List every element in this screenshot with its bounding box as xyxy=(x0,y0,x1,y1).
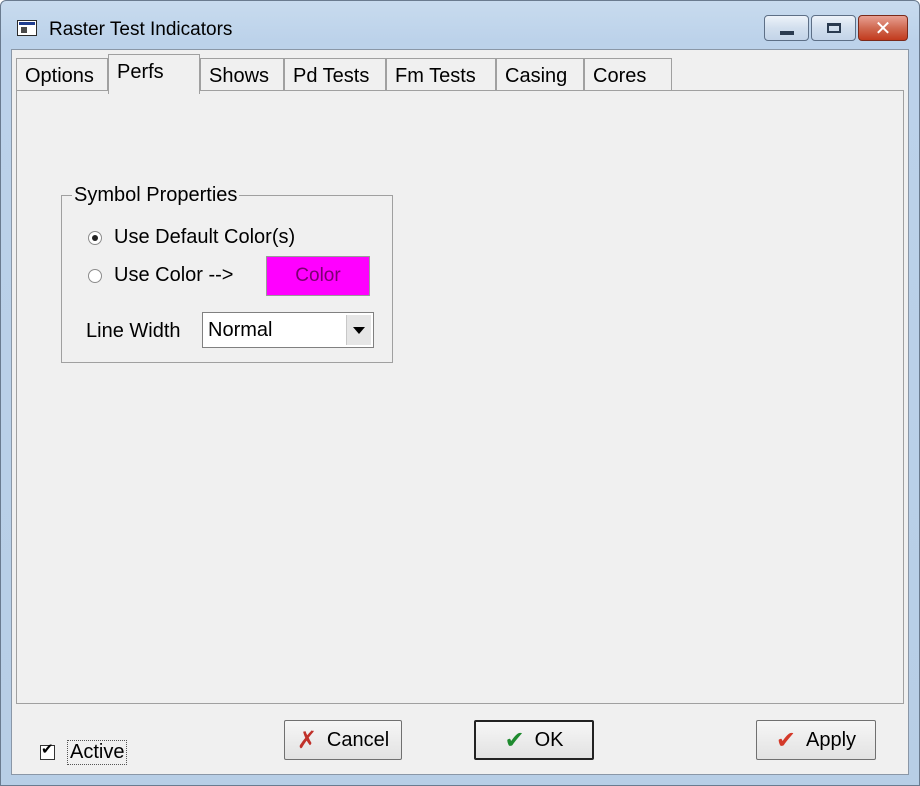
color-button-label: Color xyxy=(295,265,341,286)
tab-panel-perfs: Symbol Properties Use Default Color(s) U… xyxy=(16,90,904,704)
checkmark-icon: ✔ xyxy=(41,740,54,758)
dropdown-button[interactable] xyxy=(346,315,371,345)
minimize-icon xyxy=(779,31,794,35)
caption-buttons: ✕ xyxy=(762,15,908,43)
tab-shows[interactable]: Shows xyxy=(200,58,284,92)
maximize-button[interactable] xyxy=(811,15,856,41)
cancel-label: Cancel xyxy=(326,728,390,751)
radio-button-unchecked[interactable] xyxy=(88,268,102,283)
active-checkbox-row[interactable]: ✔ Active xyxy=(40,740,128,765)
check-icon: ✔ xyxy=(504,726,525,754)
apply-button[interactable]: ✔ Apply xyxy=(756,720,876,760)
tab-strip: Options Perfs Shows Pd Tests Fm Tests Ca… xyxy=(16,54,896,94)
group-title: Symbol Properties xyxy=(72,184,240,207)
radio-use-color[interactable]: Use Color --> xyxy=(88,264,233,287)
ok-button[interactable]: ✔ OK xyxy=(474,720,594,760)
line-width-select[interactable]: Normal xyxy=(202,312,374,348)
x-icon: ✗ xyxy=(296,726,317,754)
cancel-button[interactable]: ✗ Cancel xyxy=(284,720,402,760)
active-label: Active xyxy=(67,740,128,765)
title-bar[interactable]: Raster Test Indicators ✕ xyxy=(1,1,919,49)
tab-options[interactable]: Options xyxy=(16,58,108,92)
close-button[interactable]: ✕ xyxy=(858,15,908,41)
button-bar: ✔ Active ✗ Cancel ✔ OK ✔ Apply xyxy=(12,704,908,774)
tab-pd-tests[interactable]: Pd Tests xyxy=(284,58,386,92)
dialog-window: Raster Test Indicators ✕ Options Perfs S… xyxy=(0,0,920,786)
radio-default-label: Use Default Color(s) xyxy=(114,226,296,248)
minimize-button[interactable] xyxy=(764,15,809,41)
radio-button-checked[interactable] xyxy=(88,230,102,245)
close-icon: ✕ xyxy=(874,16,892,40)
color-button[interactable]: Color xyxy=(266,256,370,296)
tab-cores[interactable]: Cores xyxy=(584,58,672,92)
tab-casing[interactable]: Casing xyxy=(496,58,584,92)
radio-use-default-color[interactable]: Use Default Color(s) xyxy=(88,226,295,249)
active-checkbox[interactable]: ✔ xyxy=(40,740,55,760)
tab-perfs[interactable]: Perfs xyxy=(108,54,200,94)
apply-label: Apply xyxy=(806,728,857,751)
tab-fm-tests[interactable]: Fm Tests xyxy=(386,58,496,92)
window-icon[interactable] xyxy=(17,20,37,36)
ok-label: OK xyxy=(534,728,564,751)
line-width-label: Line Width xyxy=(86,320,181,342)
check-icon: ✔ xyxy=(775,726,797,754)
maximize-icon xyxy=(826,23,841,33)
chevron-down-icon xyxy=(353,326,365,334)
line-width-value: Normal xyxy=(208,319,273,341)
dialog-client-area: Options Perfs Shows Pd Tests Fm Tests Ca… xyxy=(11,49,909,775)
radio-color-label: Use Color --> xyxy=(114,264,234,286)
window-title: Raster Test Indicators xyxy=(49,19,233,40)
symbol-properties-group: Symbol Properties Use Default Color(s) U… xyxy=(61,184,393,363)
